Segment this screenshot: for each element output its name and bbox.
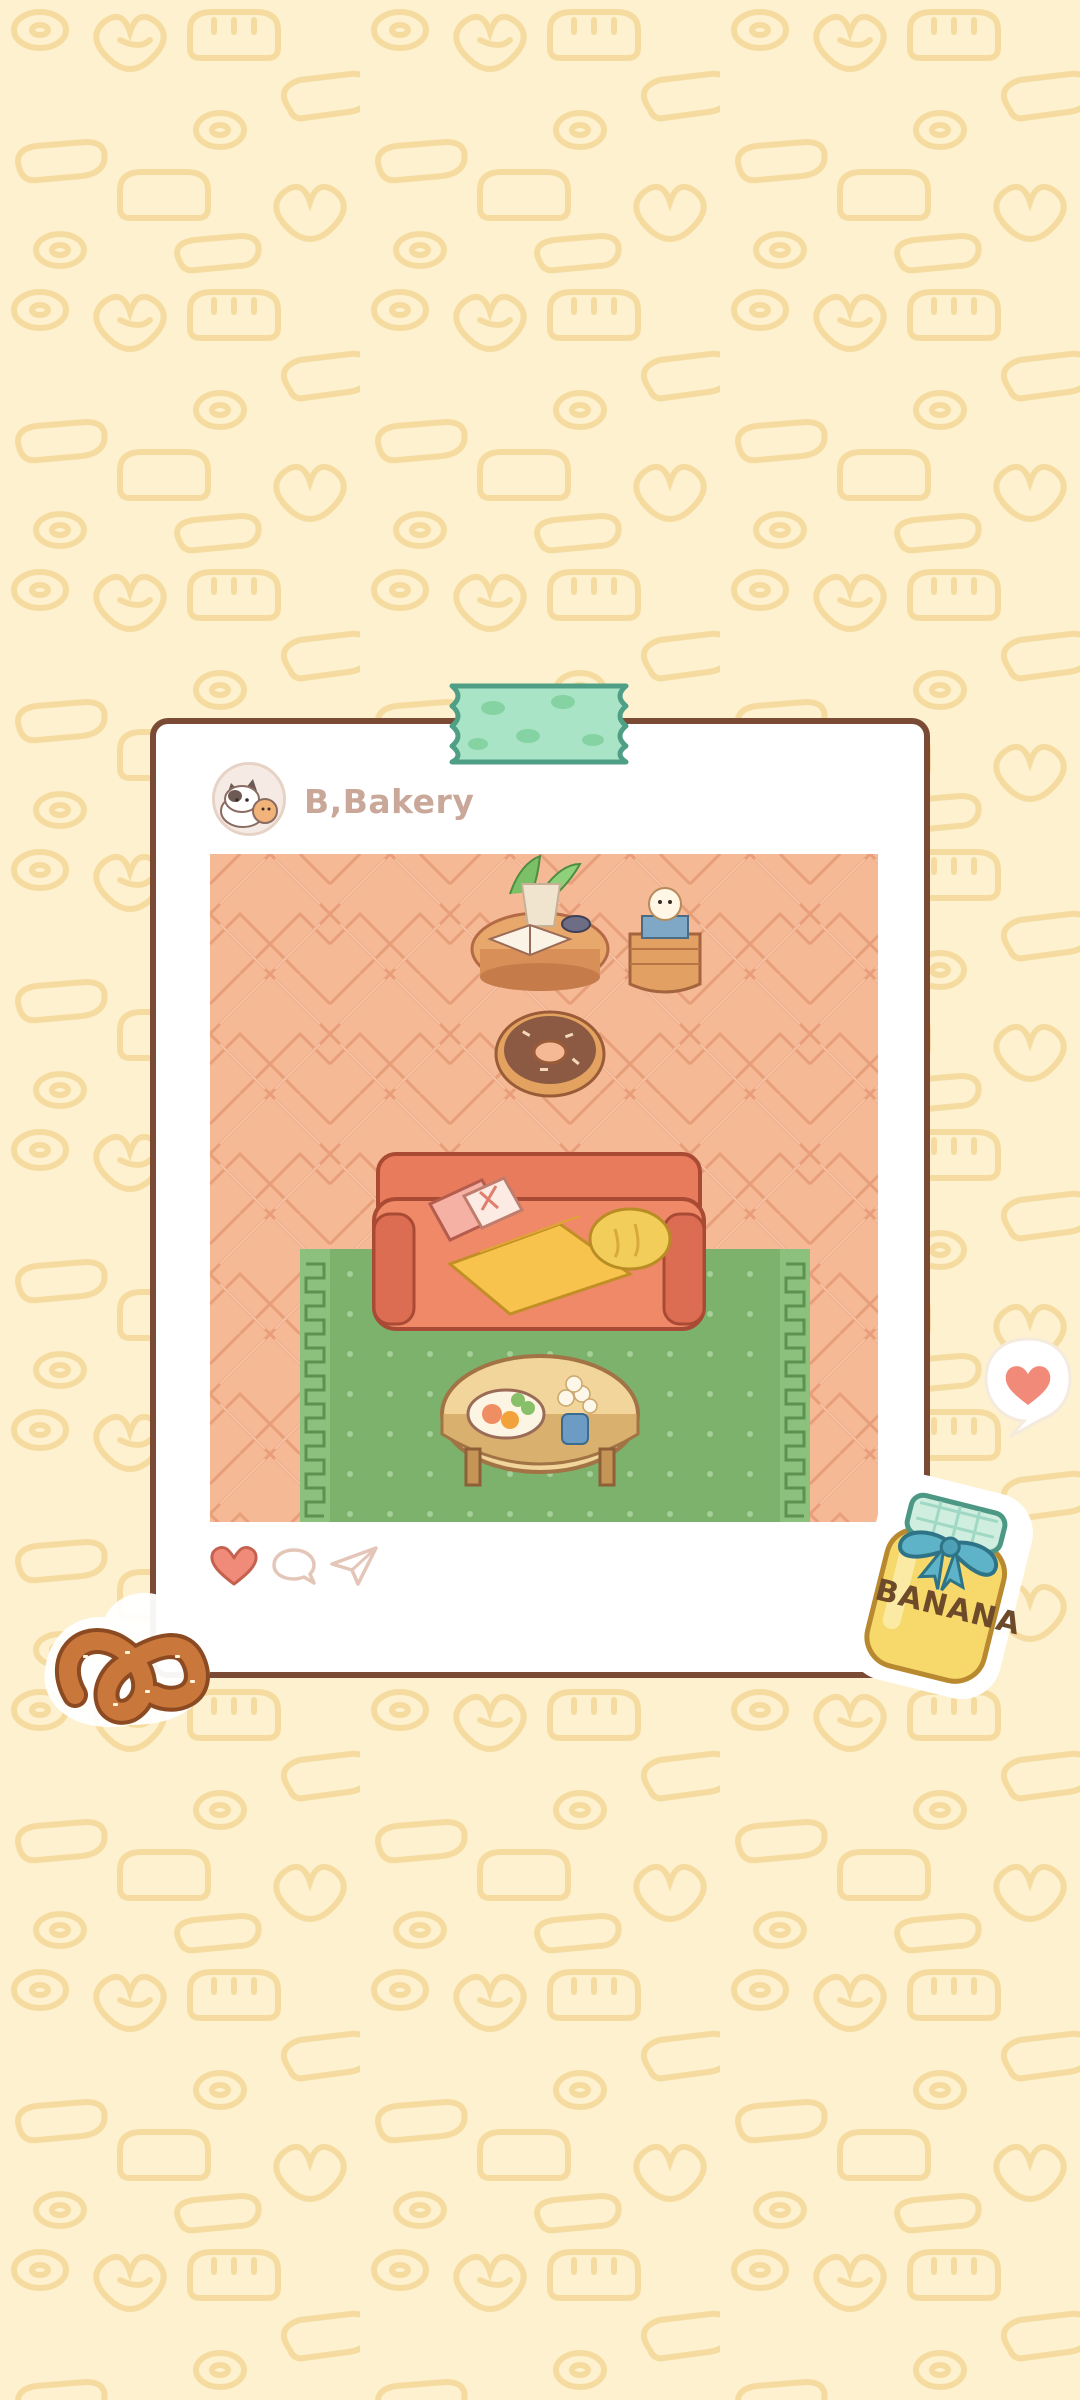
screen: B,Bakery BANANA [0, 0, 1080, 2400]
banana-jar-sticker: BANANA [842, 1440, 1042, 1720]
comment-icon[interactable] [268, 1544, 320, 1588]
donut-cushion [494, 1010, 606, 1098]
pretzel-sticker [44, 1592, 211, 1727]
username[interactable]: B,Bakery [304, 782, 474, 821]
sofa [372, 1152, 706, 1331]
send-icon[interactable] [328, 1544, 380, 1588]
room-photo [210, 854, 878, 1522]
heart-bubble-sticker [984, 1337, 1072, 1439]
coffee-table [440, 1354, 640, 1487]
washi-tape [449, 683, 629, 765]
post-card: B,Bakery [150, 718, 930, 1678]
avatar[interactable] [212, 762, 286, 836]
cat-avatar-icon [215, 765, 283, 833]
